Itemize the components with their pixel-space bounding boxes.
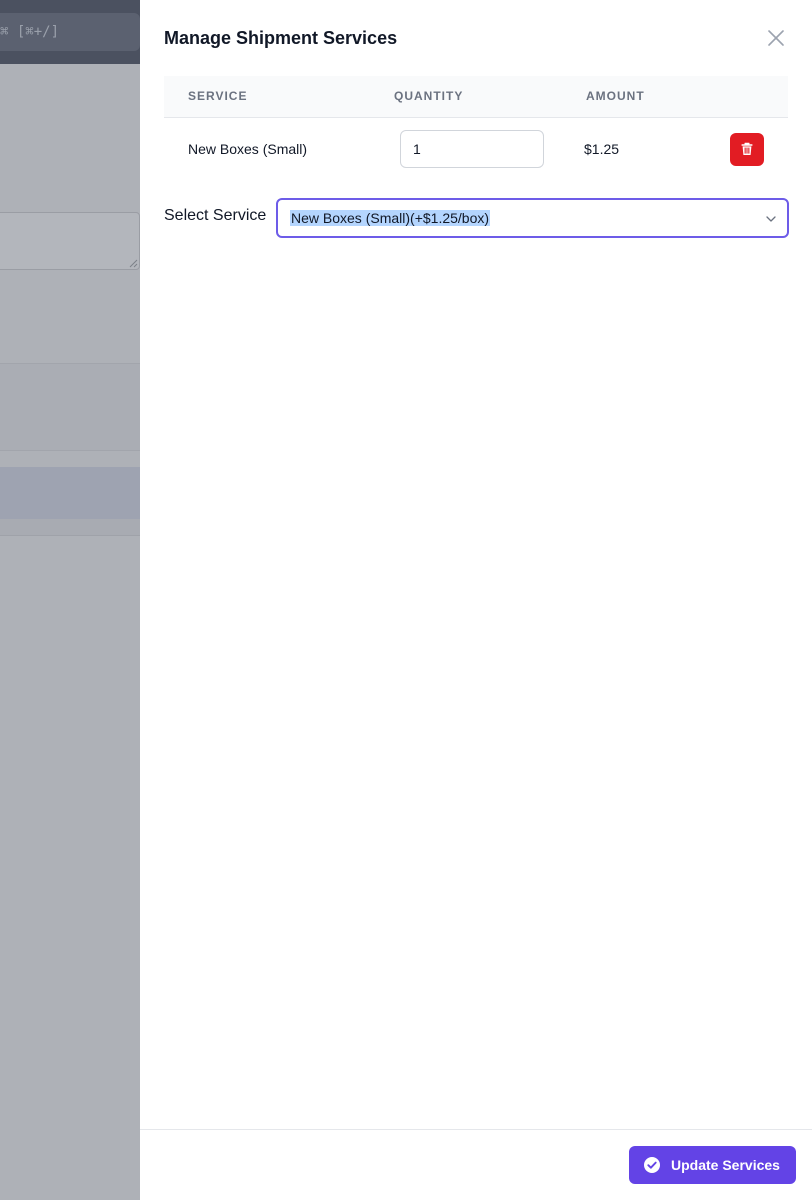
selected-service-value: New Boxes (Small)(+$1.25/box) bbox=[290, 210, 491, 226]
table-header: SERVICE QUANTITY AMOUNT bbox=[164, 76, 788, 117]
column-header-service: SERVICE bbox=[188, 89, 248, 104]
update-services-label: Update Services bbox=[671, 1157, 780, 1173]
background-section bbox=[0, 363, 140, 451]
column-header-amount: AMOUNT bbox=[586, 89, 645, 104]
resize-handle-icon bbox=[129, 259, 138, 268]
drawer-title: Manage Shipment Services bbox=[164, 28, 398, 48]
quantity-input[interactable] bbox=[400, 130, 544, 169]
update-services-button[interactable]: Update Services bbox=[629, 1146, 796, 1184]
select-service-label: Select Service bbox=[164, 207, 267, 224]
table-header-row: SERVICE QUANTITY AMOUNT bbox=[164, 76, 788, 117]
select-service-dropdown[interactable]: New Boxes (Small)(+$1.25/box) bbox=[276, 198, 789, 238]
background-highlight-row bbox=[0, 467, 140, 519]
action-cell bbox=[726, 117, 788, 181]
close-icon bbox=[768, 30, 784, 46]
quantity-cell bbox=[394, 117, 586, 181]
check-circle-icon bbox=[644, 1157, 660, 1173]
amount-cell: $1.25 bbox=[584, 117, 726, 181]
column-header-action bbox=[726, 76, 788, 117]
background-textarea bbox=[0, 212, 140, 270]
chevron-down-icon bbox=[766, 216, 776, 222]
services-table: SERVICE QUANTITY AMOUNT New Boxes (Small… bbox=[164, 76, 788, 181]
service-name-cell: New Boxes (Small) bbox=[188, 141, 308, 158]
close-button[interactable] bbox=[764, 26, 788, 50]
amount-value: $1.25 bbox=[584, 141, 620, 158]
background-search-hint: ⌘ [⌘+/] bbox=[0, 24, 60, 40]
trash-icon bbox=[741, 143, 753, 156]
background-row bbox=[0, 519, 140, 536]
drawer-footer: Update Services bbox=[140, 1129, 812, 1200]
background-page: ⌘ [⌘+/] bbox=[0, 0, 140, 1200]
delete-service-button[interactable] bbox=[730, 132, 764, 166]
table-row: New Boxes (Small) $1.25 bbox=[164, 117, 788, 181]
manage-services-drawer: Manage Shipment Services SERVICE QUANTIT… bbox=[140, 0, 812, 1200]
column-header-quantity: QUANTITY bbox=[394, 89, 464, 104]
